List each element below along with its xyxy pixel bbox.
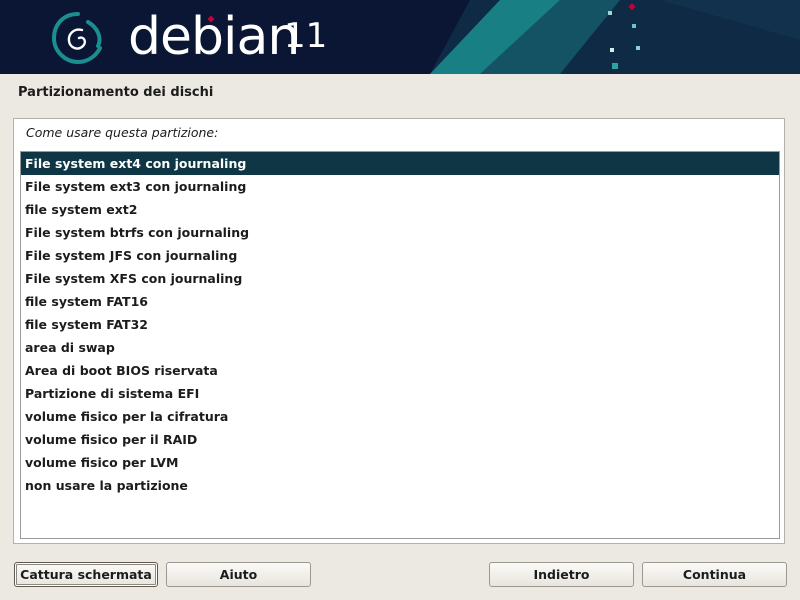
page-title: Partizionamento dei dischi	[18, 85, 214, 100]
partition-usage-list[interactable]: File system ext4 con journaling File sys…	[20, 151, 780, 539]
list-item[interactable]: file system FAT32	[21, 313, 779, 336]
list-item[interactable]: File system XFS con journaling	[21, 267, 779, 290]
brand-wordmark: debian	[128, 7, 300, 67]
banner-decoration	[430, 0, 800, 74]
question-panel: Come usare questa partizione: File syste…	[13, 118, 785, 544]
list-item[interactable]: volume fisico per LVM	[21, 451, 779, 474]
list-item[interactable]: file system ext2	[21, 198, 779, 221]
installer-banner: debian 11	[0, 0, 800, 74]
list-item[interactable]: volume fisico per la cifratura	[21, 405, 779, 428]
list-item[interactable]: File system btrfs con journaling	[21, 221, 779, 244]
list-item[interactable]: File system ext4 con journaling	[21, 152, 779, 175]
list-item[interactable]: file system FAT16	[21, 290, 779, 313]
list-item[interactable]: volume fisico per il RAID	[21, 428, 779, 451]
continue-button[interactable]: Continua	[642, 562, 787, 587]
question-prompt: Come usare questa partizione:	[26, 125, 219, 140]
list-item[interactable]: non usare la partizione	[21, 474, 779, 497]
list-item[interactable]: Area di boot BIOS riservata	[21, 359, 779, 382]
back-button[interactable]: Indietro	[489, 562, 634, 587]
version-number: 11	[284, 16, 328, 56]
brand-dot-icon	[207, 15, 215, 23]
help-button[interactable]: Aiuto	[166, 562, 311, 587]
list-item[interactable]: area di swap	[21, 336, 779, 359]
list-item[interactable]: File system JFS con journaling	[21, 244, 779, 267]
screenshot-button[interactable]: Cattura schermata	[14, 562, 158, 587]
debian-swirl-icon	[51, 12, 102, 65]
list-item[interactable]: Partizione di sistema EFI	[21, 382, 779, 405]
list-item[interactable]: File system ext3 con journaling	[21, 175, 779, 198]
